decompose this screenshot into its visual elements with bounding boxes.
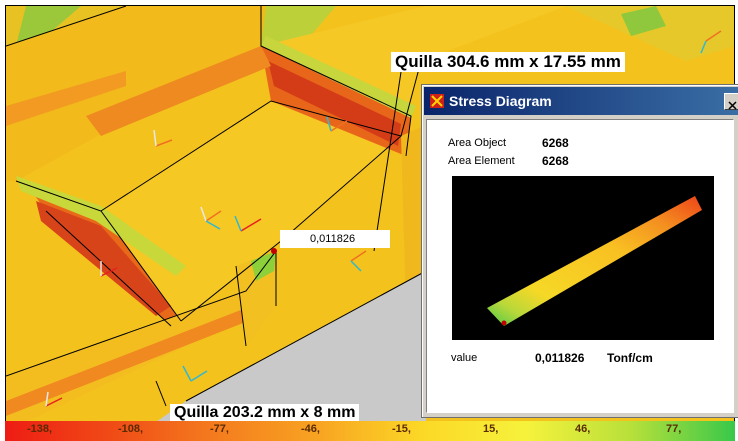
window-body: Area Object 6268 Area Element 6268 value… [426, 119, 734, 413]
window-titlebar[interactable]: Stress Diagram [424, 87, 738, 115]
legend-label: 46, [575, 423, 591, 435]
legend-labels: -138, -108, -77, -46, -15, 15, 46, 77, [5, 421, 735, 441]
legend-label: -46, [301, 423, 320, 435]
stress-diagram-canvas [452, 176, 714, 340]
point-value-tag: 0,011826 [280, 230, 390, 248]
area-element-label: Area Element [448, 155, 515, 167]
point-value-text: 0,011826 [310, 233, 356, 245]
area-element-value: 6268 [542, 154, 569, 168]
legend-label: -108, [118, 423, 144, 435]
diagram-point-marker [501, 320, 507, 326]
keel-callout-top: Quilla 304.6 mm x 17.55 mm [391, 52, 625, 72]
close-button[interactable] [724, 93, 738, 110]
stress-unit: Tonf/cm [607, 351, 653, 365]
area-object-label: Area Object [448, 137, 507, 149]
legend-label: 15, [483, 423, 499, 435]
stress-diagram-window[interactable]: Stress Diagram Area Object 6268 Area Ele… [421, 84, 738, 418]
stress-value: 0,011826 [535, 351, 585, 365]
keel-callout-bottom: Quilla 203.2 mm x 8 mm [170, 404, 360, 422]
area-object-value: 6268 [542, 136, 569, 150]
legend-label: -138, [27, 423, 53, 435]
app-icon [430, 94, 444, 108]
value-label: value [451, 352, 478, 364]
close-icon [728, 101, 737, 110]
window-title: Stress Diagram [449, 93, 552, 109]
legend-label: 77, [666, 423, 682, 435]
legend-label: -15, [392, 423, 411, 435]
legend-label: -77, [210, 423, 229, 435]
selected-point-marker [271, 248, 277, 254]
